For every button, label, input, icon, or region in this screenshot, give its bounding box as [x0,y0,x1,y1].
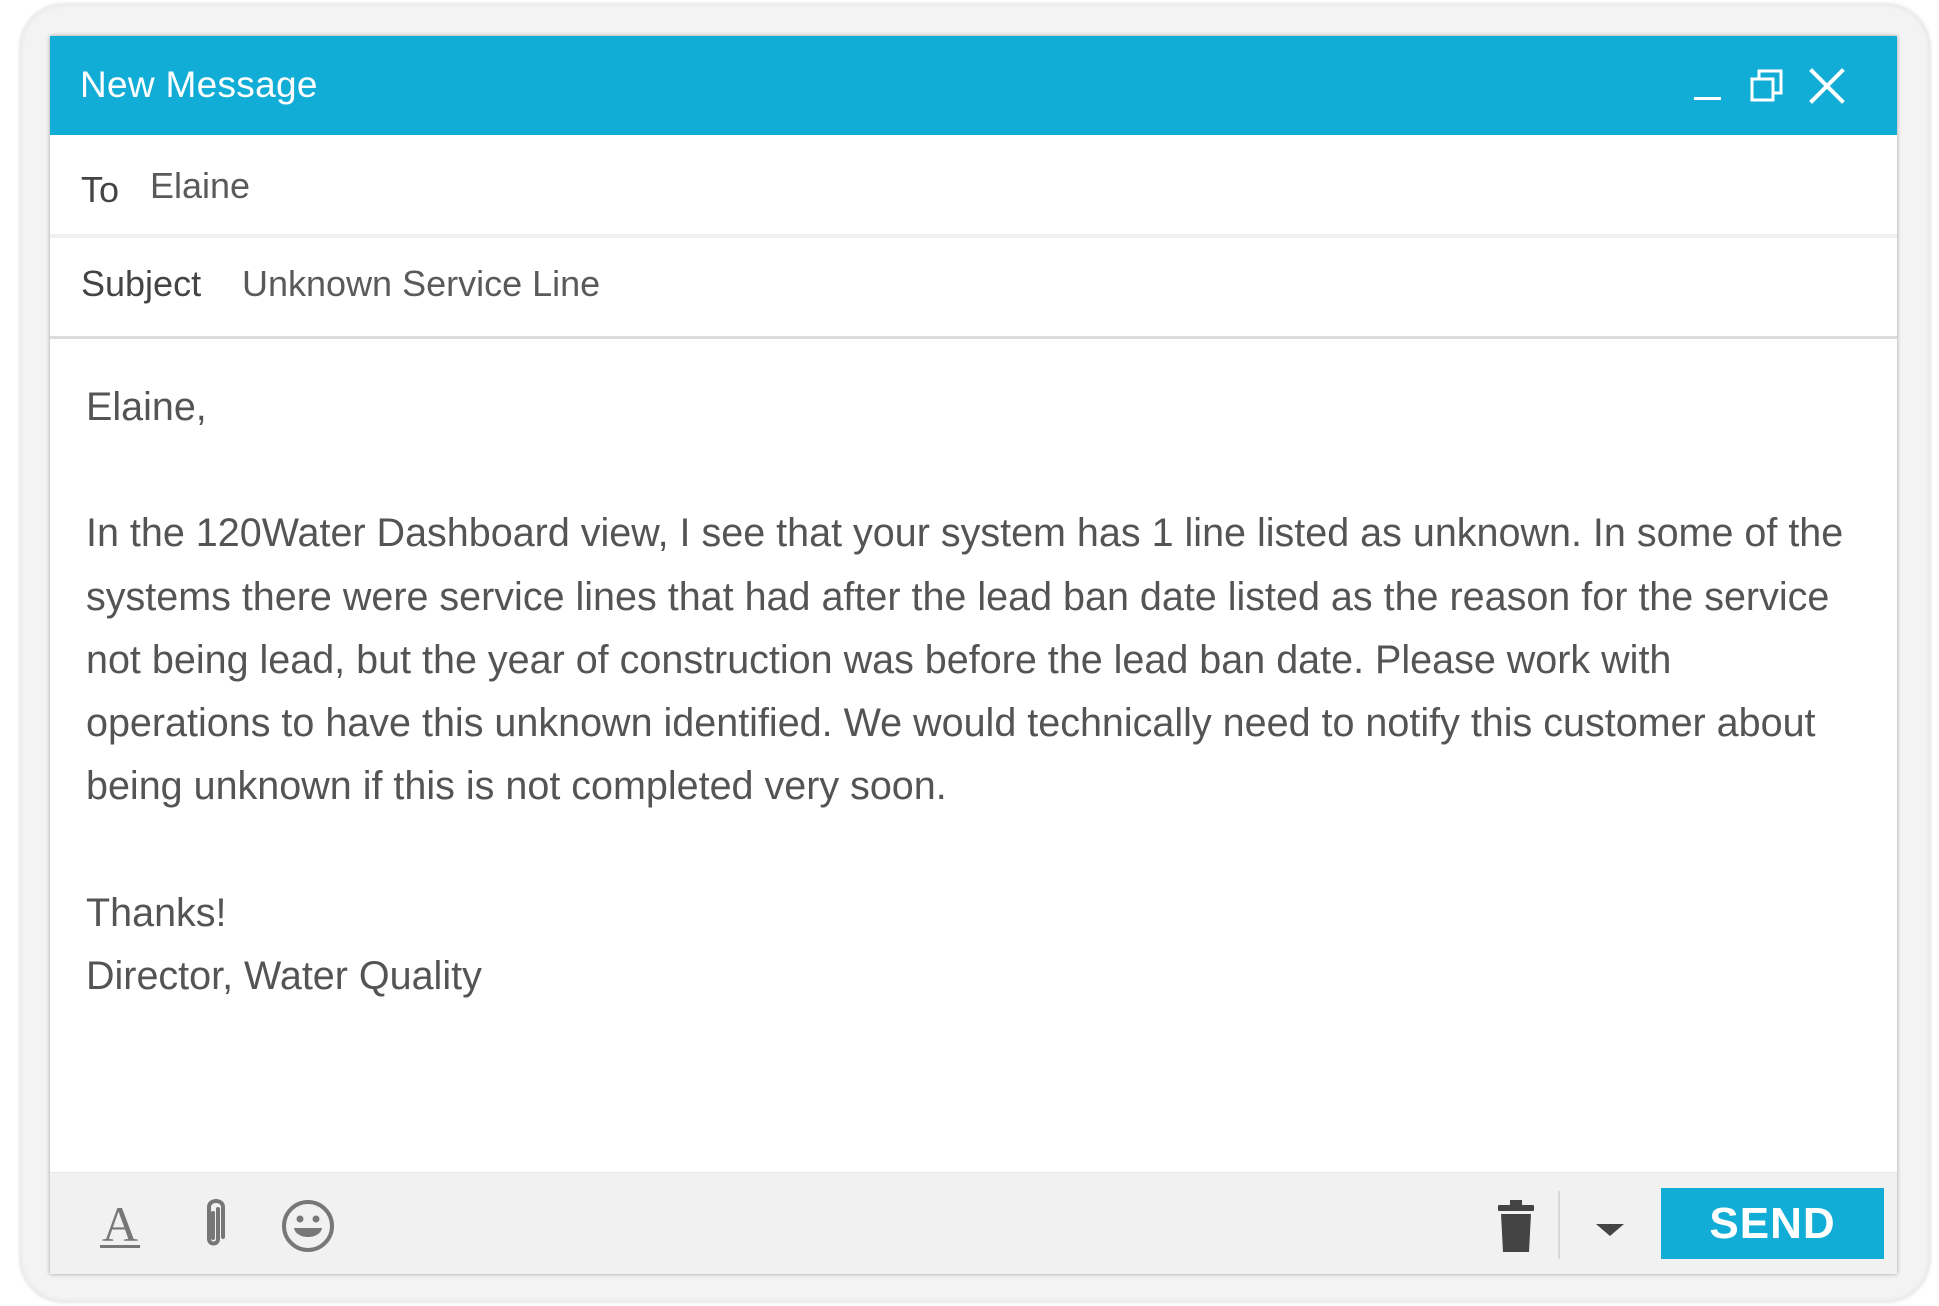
body-signature: Director, Water Quality [86,953,482,998]
close-button[interactable] [1807,66,1847,106]
to-field[interactable]: Elaine [150,165,250,207]
toolbar-divider [1558,1191,1560,1259]
trash-icon [1498,1200,1534,1252]
minimize-button[interactable] [1688,66,1728,106]
compose-toolbar: A SEND [50,1172,1897,1274]
compose-window: New Message To Elaine Subject Unknown Se… [50,36,1897,1274]
emoji-button[interactable] [278,1195,338,1255]
subject-row: Subject Unknown Service Line [50,238,1897,339]
svg-text:A: A [102,1196,138,1252]
send-button[interactable]: SEND [1661,1188,1884,1259]
to-label: To [81,169,120,210]
window-title: New Message [80,64,318,105]
subject-label: Subject [81,263,202,304]
attach-button[interactable] [185,1195,245,1255]
title-bar[interactable]: New Message [50,36,1897,135]
minimize-icon [1694,97,1721,100]
subject-field[interactable]: Unknown Service Line [242,263,600,305]
discard-button[interactable] [1486,1195,1546,1255]
to-row: To Elaine [50,135,1897,237]
close-icon [1809,68,1845,104]
paperclip-icon [207,1199,225,1246]
body-paragraph: In the 120Water Dashboard view, I see th… [86,511,1844,809]
restore-icon [1750,69,1783,102]
body-greeting: Elaine, [86,385,207,429]
message-body[interactable]: Elaine, In the 120Water Dashboard view, … [86,376,1866,1136]
text-format-icon: A [100,1196,140,1252]
restore-button[interactable] [1747,66,1787,106]
dropdown-caret-icon [1596,1224,1624,1236]
format-text-button[interactable]: A [90,1195,150,1255]
more-options-button[interactable] [1580,1195,1640,1255]
emoji-icon [282,1200,334,1252]
body-closing: Thanks! [86,890,227,935]
